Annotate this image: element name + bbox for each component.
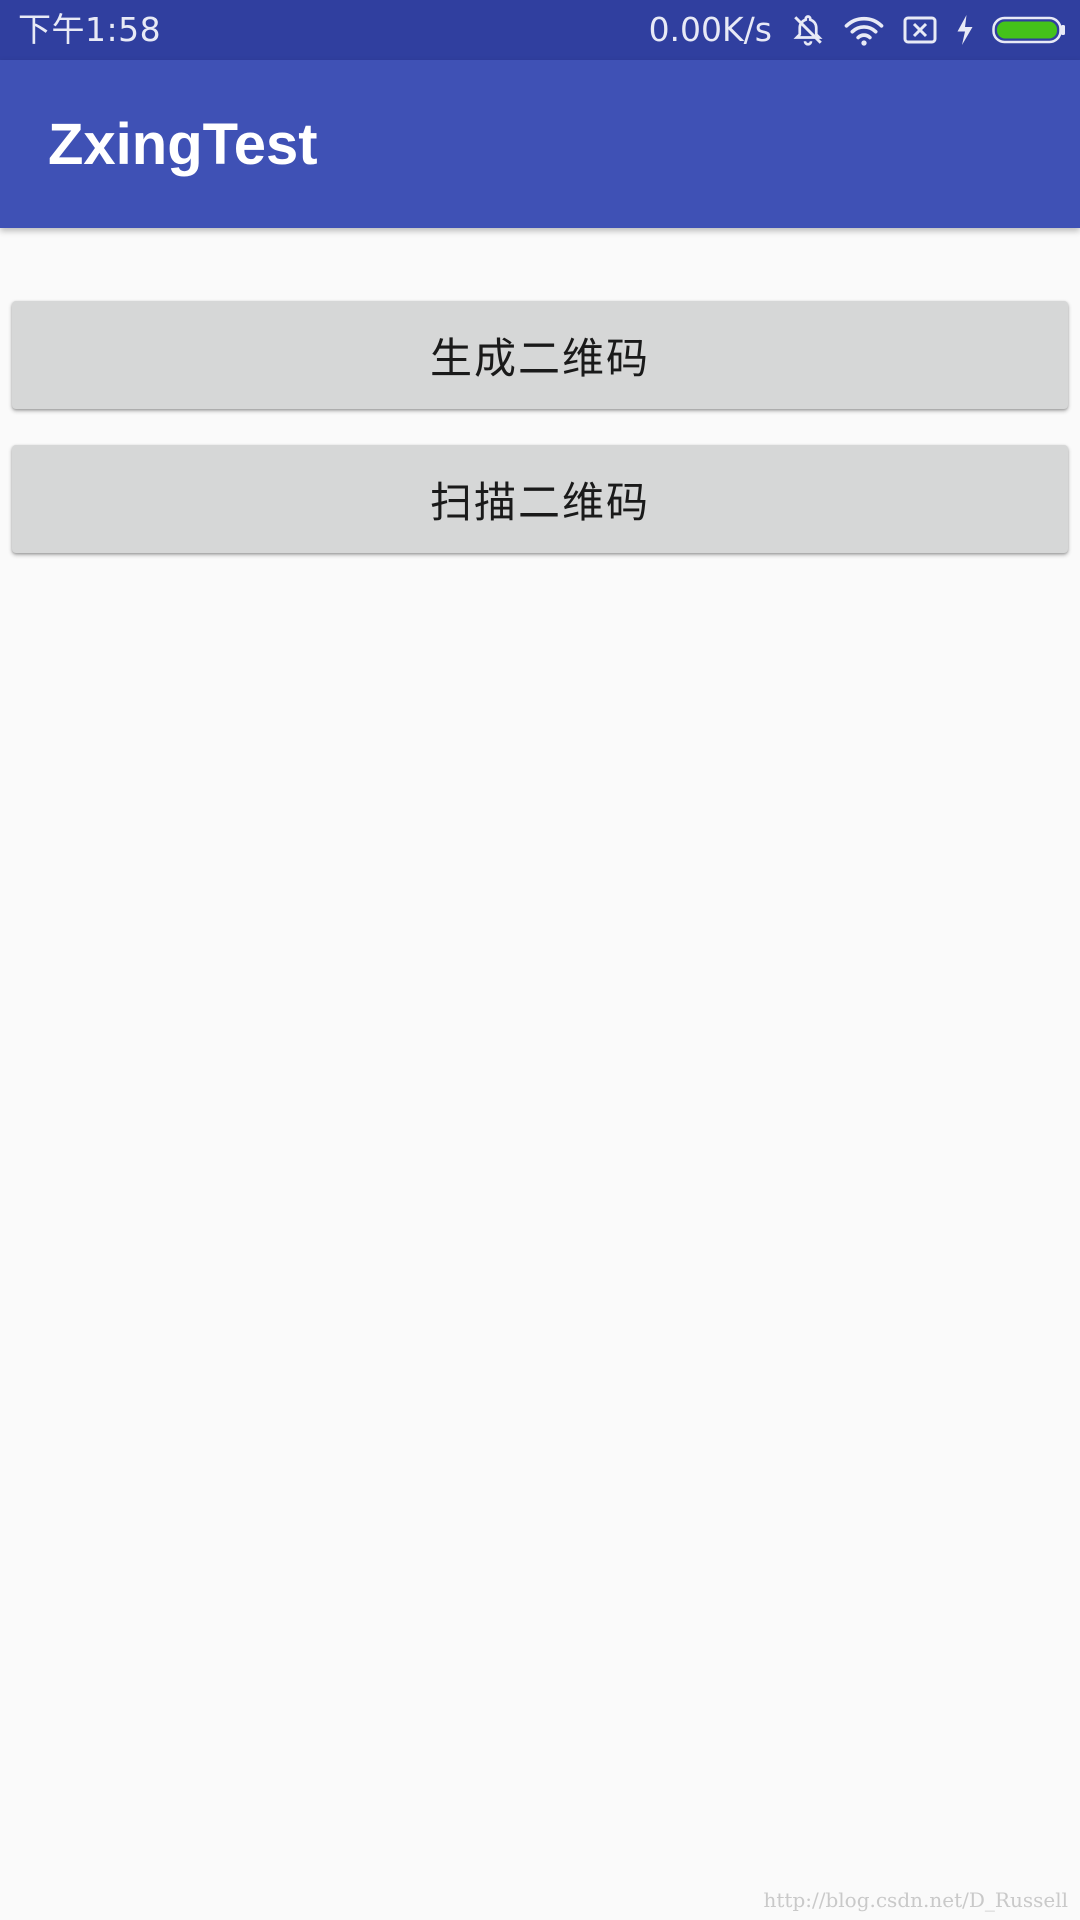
generate-qr-button[interactable]: 生成二维码: [12, 301, 1068, 409]
network-speed: 0.00K/s: [648, 10, 772, 49]
charging-icon: [956, 15, 974, 45]
no-sim-icon: [902, 15, 938, 45]
battery-icon: [992, 15, 1066, 45]
watermark: http://blog.csdn.net/D_Russell: [763, 1888, 1068, 1912]
app-title: ZxingTest: [48, 112, 318, 177]
status-time: 下午1:58: [18, 10, 162, 49]
app-bar: ZxingTest: [0, 60, 1080, 228]
wifi-icon: [844, 13, 884, 47]
screen: 下午1:58 0.00K/s ZxingTest 生成二维码 扫描二维码 htt…: [0, 0, 1080, 1920]
status-icons: 0.00K/s: [649, 0, 1066, 60]
mute-bell-icon: [790, 12, 826, 48]
status-bar: 下午1:58 0.00K/s: [0, 0, 1080, 60]
scan-qr-button[interactable]: 扫描二维码: [12, 445, 1068, 553]
